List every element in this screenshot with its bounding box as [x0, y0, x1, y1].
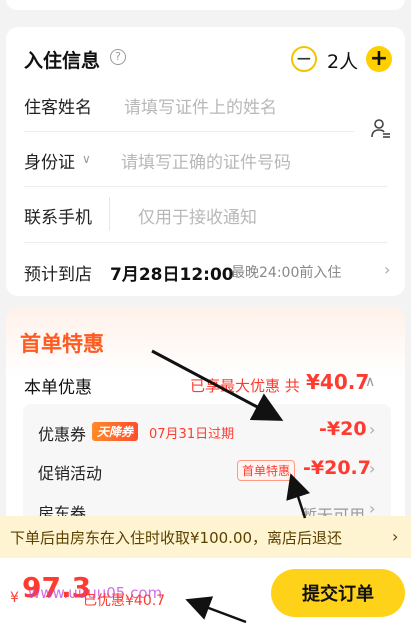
- chevron-up-icon[interactable]: ∧: [365, 374, 375, 390]
- chevron-down-icon[interactable]: ∨: [82, 152, 91, 166]
- coupon-label: 优惠券: [38, 425, 87, 444]
- promotion-amount[interactable]: -¥20.7: [303, 457, 371, 479]
- id-number-input[interactable]: 请填写正确的证件号码: [121, 148, 291, 173]
- phone-input[interactable]: 仅用于接收通知: [138, 203, 257, 228]
- field-divider: [24, 186, 387, 187]
- submit-order-button[interactable]: 提交订单: [271, 569, 405, 617]
- checkin-title: 入住信息: [24, 50, 101, 72]
- promotion-label: 促销活动: [38, 464, 103, 483]
- field-divider: [24, 131, 354, 132]
- arrival-time[interactable]: 7月28日12:00: [110, 260, 234, 285]
- chevron-right-icon[interactable]: ›: [384, 260, 390, 279]
- order-discount-amount: ¥40.7: [306, 370, 370, 394]
- chevron-right-icon[interactable]: ›: [369, 420, 375, 439]
- guest-decrease-button[interactable]: −: [291, 46, 317, 72]
- guest-contacts-icon[interactable]: [371, 118, 391, 140]
- field-divider: [24, 242, 387, 243]
- chevron-right-icon[interactable]: ›: [392, 527, 398, 546]
- question-circle-icon[interactable]: ?: [110, 49, 126, 65]
- order-discount-prefix: 已享最大优惠 共: [190, 377, 300, 395]
- arrival-note: 最晚24:00前入住: [231, 265, 342, 281]
- previous-card: [6, 0, 405, 10]
- guest-name-input[interactable]: 请填写证件上的姓名: [124, 93, 277, 118]
- promo-title: 首单特惠: [20, 332, 104, 356]
- first-order-tag: 首单特惠: [237, 460, 296, 481]
- discount-summary[interactable]: 已优惠¥40.7: [83, 590, 165, 610]
- id-type-label[interactable]: 身份证: [24, 148, 75, 173]
- guest-name-label: 住客姓名: [24, 98, 92, 118]
- currency-symbol: ¥: [10, 590, 19, 606]
- arrival-label: 预计到店: [24, 265, 92, 285]
- coupon-amount[interactable]: -¥20: [319, 418, 367, 440]
- phone-label: 联系手机: [24, 208, 92, 228]
- coupon-expiry: 07月31日过期: [149, 427, 235, 442]
- chevron-right-icon[interactable]: ›: [369, 459, 375, 478]
- deposit-notice-text: 下单后由房东在入住时收取¥100.00，离店后退还: [10, 529, 343, 547]
- guest-count: 2人: [327, 51, 359, 73]
- coupon-badge: 天降券: [92, 422, 139, 441]
- order-discount-label: 本单优惠: [24, 378, 92, 398]
- field-separator: [109, 197, 110, 231]
- guest-increase-button[interactable]: +: [366, 46, 392, 72]
